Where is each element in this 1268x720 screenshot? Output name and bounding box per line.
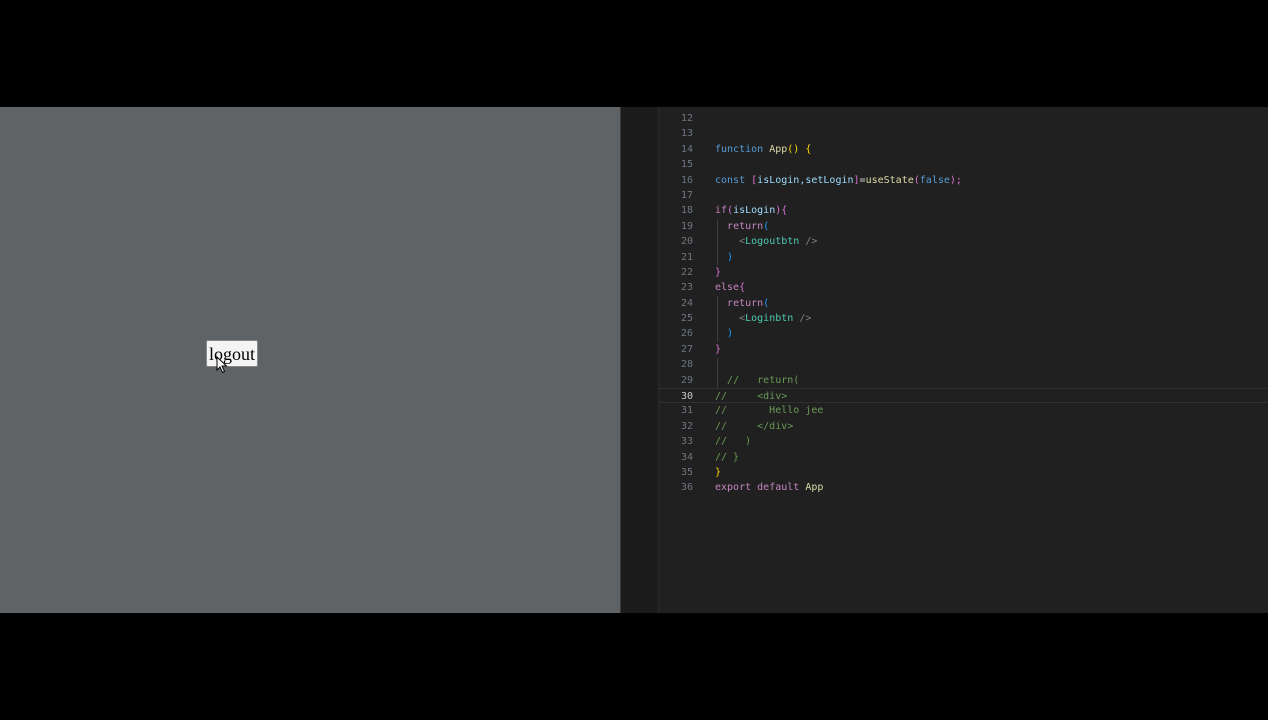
line-number: 21: [680, 251, 693, 263]
line-number: 16: [680, 174, 693, 186]
line-number: 25: [680, 313, 693, 325]
code-editor[interactable]: 12 13 14 function App() { 15 16 const [isL…: [621, 107, 1268, 613]
line-number: 22: [680, 266, 693, 278]
line-number: 28: [680, 359, 693, 371]
code-token: {: [799, 143, 812, 155]
code-token: Loginbtn: [745, 313, 794, 325]
line-number: 26: [680, 328, 693, 340]
code-line: 16 const [isLogin,setLogin]=useState(fals…: [659, 173, 1268, 188]
code-comment: // }: [715, 451, 740, 463]
code-token: const: [715, 174, 746, 186]
mouse-cursor-icon: [216, 356, 228, 374]
code-token: else: [715, 282, 740, 294]
line-number: 34: [680, 451, 693, 463]
code-line: 13: [659, 126, 1268, 141]
code-comment: // </div>: [715, 420, 794, 432]
code-comment: // Hello jee: [715, 405, 824, 417]
code-token: isLogin: [733, 205, 776, 217]
code-line: 25 <Loginbtn />: [659, 311, 1268, 326]
code-line: 22}: [659, 265, 1268, 280]
code-line: 23 else{: [659, 280, 1268, 295]
code-line: 28: [659, 357, 1268, 372]
code-line: 35}: [659, 465, 1268, 480]
code-line: 26 ): [659, 326, 1268, 341]
browser-preview: logout: [0, 107, 621, 613]
code-line: 24 return(: [659, 296, 1268, 311]
line-number: 36: [680, 482, 693, 494]
line-number: 18: [680, 205, 693, 217]
line-number: 17: [680, 189, 693, 201]
code-token: App: [769, 143, 788, 155]
screen-frame: logout 12 13 14 function App() { 15 16 con…: [0, 107, 1268, 613]
code-line: 27}: [659, 342, 1268, 357]
code-line-active: 30 // <div>: [659, 388, 1268, 404]
code-token: false: [919, 174, 950, 186]
line-number: 20: [680, 236, 693, 248]
code-token: />: [799, 236, 818, 248]
code-token: (: [763, 220, 770, 232]
code-token: );: [949, 174, 962, 186]
code-token: }: [715, 466, 722, 478]
line-number: 12: [680, 113, 693, 124]
code-token: ,setLogin: [799, 174, 854, 186]
logout-button[interactable]: logout: [206, 340, 258, 367]
code-token: {: [739, 282, 746, 294]
line-number: 27: [680, 343, 693, 355]
line-number: 19: [680, 220, 693, 232]
code-line: 19 return(: [659, 219, 1268, 234]
code-line: 31 // Hello jee: [659, 403, 1268, 418]
code-token: ): [727, 251, 734, 263]
code-line: 33 // ): [659, 434, 1268, 449]
code-lines: 12 13 14 function App() { 15 16 const [isL…: [659, 111, 1268, 496]
code-token: return: [727, 297, 764, 309]
code-line: 29 // return(: [659, 373, 1268, 388]
code-line: 20 <Logoutbtn />: [659, 234, 1268, 249]
code-token: (): [787, 143, 800, 155]
line-number: 23: [680, 282, 693, 294]
line-number: 13: [680, 128, 693, 140]
line-number: 15: [680, 159, 693, 171]
line-number: 33: [680, 436, 693, 448]
line-number: 31: [680, 405, 693, 417]
line-number: 29: [680, 374, 693, 386]
code-line: 32 // </div>: [659, 419, 1268, 434]
code-line: 36 export default App: [659, 480, 1268, 495]
code-line: 14 function App() {: [659, 142, 1268, 157]
code-line: 34 // }: [659, 450, 1268, 465]
code-line: 15: [659, 157, 1268, 172]
code-token: />: [793, 313, 812, 325]
line-number: 32: [680, 420, 693, 432]
code-token: useState: [865, 174, 914, 186]
code-line: 17: [659, 188, 1268, 203]
code-line: 21 ): [659, 250, 1268, 265]
code-comment: // <div>: [715, 391, 788, 403]
code-token: }: [715, 266, 722, 278]
line-number: 35: [680, 466, 693, 478]
line-number: 24: [680, 297, 693, 309]
code-token: function: [715, 143, 764, 155]
code-token: ): [727, 328, 734, 340]
code-token: export: [715, 482, 752, 494]
code-token: return: [727, 220, 764, 232]
code-line: 18 if(isLogin){: [659, 203, 1268, 218]
code-comment: // return(: [727, 374, 800, 386]
code-token: Logoutbtn: [745, 236, 800, 248]
code-token: (: [763, 297, 770, 309]
editor-side-strip: [621, 107, 659, 613]
line-number: 30: [680, 391, 693, 403]
code-token: default: [757, 482, 800, 494]
code-token: if: [715, 205, 728, 217]
line-number: 14: [680, 143, 693, 155]
code-token: {: [781, 205, 788, 217]
code-line: 12: [659, 111, 1268, 126]
code-comment: // ): [715, 436, 752, 448]
code-token: App: [805, 482, 824, 494]
code-token: }: [715, 343, 722, 355]
code-token: isLogin: [757, 174, 800, 186]
